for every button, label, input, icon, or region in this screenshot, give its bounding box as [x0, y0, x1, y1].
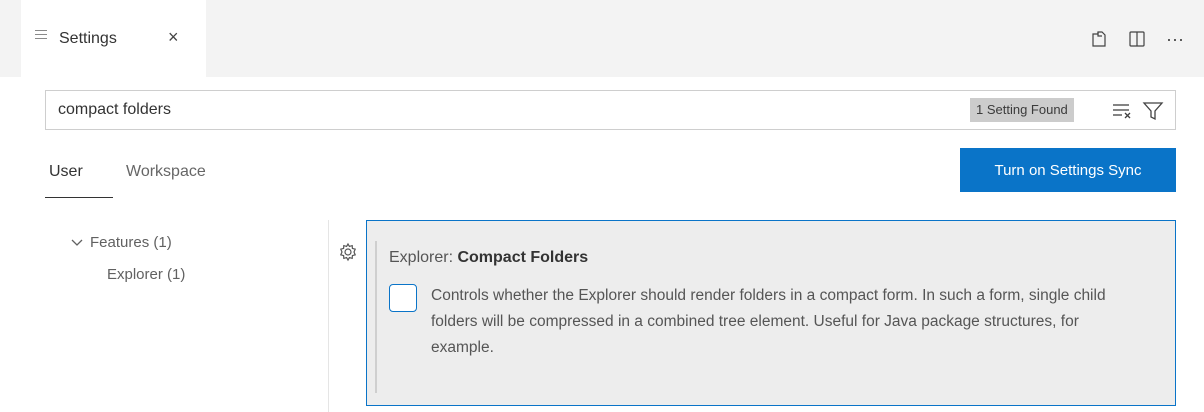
toc-divider: [328, 220, 329, 412]
turn-on-settings-sync-button[interactable]: Turn on Settings Sync: [960, 148, 1176, 192]
setting-indicator-bar: [375, 241, 377, 393]
tab-title: Settings: [59, 30, 117, 47]
setting-item-compact-folders: Explorer: Compact Folders Controls wheth…: [366, 220, 1176, 406]
split-editor-icon[interactable]: [1126, 28, 1148, 50]
setting-category: Explorer:: [389, 249, 458, 266]
setting-name: Compact Folders: [457, 249, 589, 266]
setting-title: Explorer: Compact Folders: [389, 249, 588, 267]
toc-item-label: Features (1): [90, 234, 172, 251]
toc-item-explorer[interactable]: Explorer (1): [107, 266, 185, 283]
setting-checkbox[interactable]: [389, 284, 417, 312]
close-icon[interactable]: ×: [168, 27, 179, 48]
settings-tab[interactable]: Settings ×: [21, 0, 206, 77]
active-tab-underline: [45, 197, 113, 198]
settings-lines-icon: [35, 30, 47, 42]
chevron-down-icon: [71, 239, 83, 246]
search-box: 1 Setting Found: [45, 90, 1176, 130]
tab-user[interactable]: User: [49, 163, 83, 181]
tab-workspace[interactable]: Workspace: [126, 163, 206, 181]
editor-tab-bar: Settings × ···: [0, 0, 1204, 77]
search-input[interactable]: [58, 91, 938, 129]
result-count-badge: 1 Setting Found: [970, 98, 1074, 122]
clear-filter-icon[interactable]: [1111, 100, 1133, 122]
more-actions-icon[interactable]: ···: [1164, 28, 1186, 50]
setting-description: Controls whether the Explorer should ren…: [431, 287, 1106, 356]
filter-icon[interactable]: [1142, 100, 1164, 122]
gear-icon[interactable]: [338, 242, 358, 262]
toc-item-features[interactable]: Features (1): [70, 234, 172, 251]
open-settings-json-icon[interactable]: [1088, 28, 1110, 50]
tab-actions: ···: [1088, 28, 1186, 50]
